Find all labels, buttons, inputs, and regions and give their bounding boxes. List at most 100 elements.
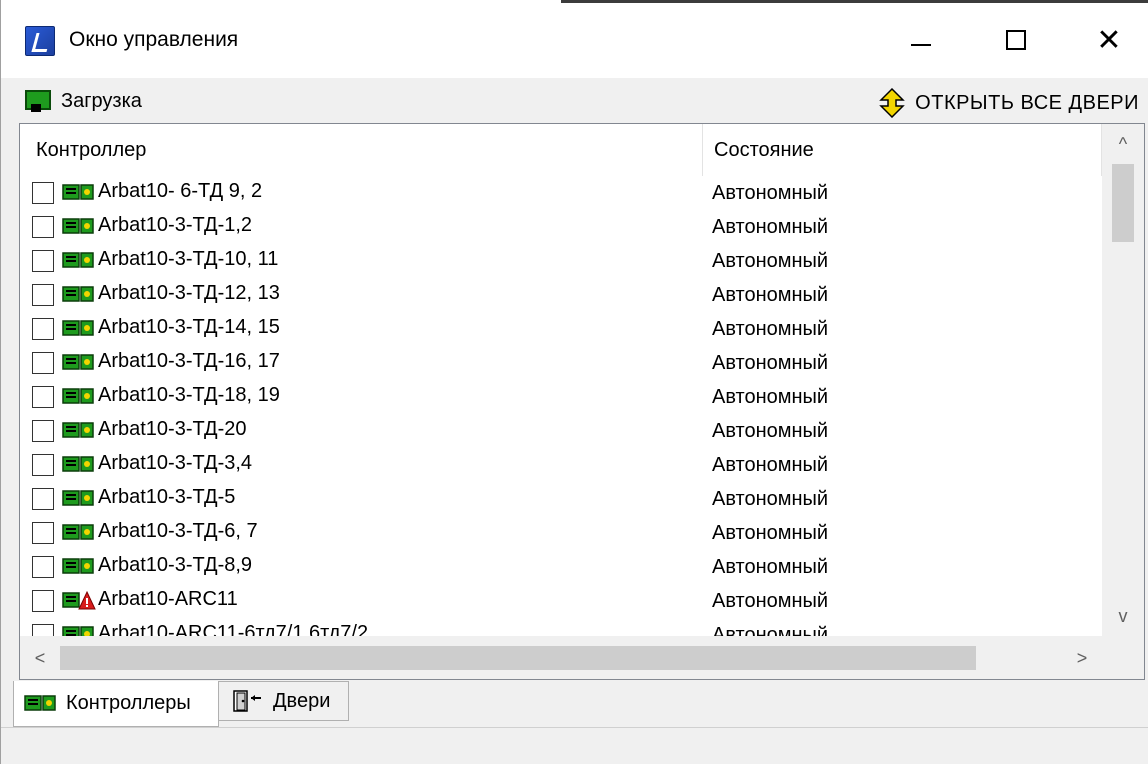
controller-state: Автономный: [712, 386, 829, 408]
controller-state: Автономный: [712, 488, 829, 510]
controller-state: Автономный: [712, 454, 829, 476]
controller-icon: [62, 556, 96, 578]
controller-icon: [62, 352, 96, 374]
load-label: Загрузка: [61, 89, 142, 112]
table-row[interactable]: Arbat10-3-ТД-3,4 Автономный: [20, 448, 1102, 482]
table-row[interactable]: Arbat10-3-ТД-10, 11 Автономный: [20, 244, 1102, 278]
controller-name: Arbat10-3-ТД-1,2: [98, 214, 253, 236]
tab-controllers-label: Контроллеры: [66, 692, 191, 714]
chevron-up-icon: ^: [1118, 133, 1128, 154]
minimize-icon: [911, 44, 931, 46]
row-checkbox[interactable]: [32, 386, 54, 408]
row-checkbox[interactable]: [32, 488, 54, 510]
status-bar: [1, 728, 1148, 764]
controller-name: Arbat10- 6-ТД 9, 2: [98, 180, 263, 202]
load-button[interactable]: Загрузка: [23, 88, 142, 114]
controller-name: Arbat10-3-ТД-3,4: [98, 452, 253, 474]
row-checkbox[interactable]: [32, 454, 54, 476]
tab-controllers[interactable]: Контроллеры: [13, 681, 219, 727]
scroll-left-button[interactable]: <: [20, 636, 60, 679]
maximize-button[interactable]: [986, 18, 1046, 62]
controller-icon: [62, 182, 96, 204]
list-header: Контроллер Состояние: [20, 124, 1102, 176]
row-checkbox[interactable]: [32, 522, 54, 544]
table-row[interactable]: Arbat10-ARC11 Автономный: [20, 584, 1102, 618]
minimize-button[interactable]: [891, 18, 951, 62]
controller-icon: [24, 693, 58, 715]
row-checkbox[interactable]: [32, 420, 54, 442]
resize-grip-icon[interactable]: [1131, 746, 1145, 760]
tab-doors-label: Двери: [273, 689, 331, 712]
controller-list[interactable]: Контроллер Состояние Arbat10- 6-ТД 9, 2 А…: [19, 123, 1145, 680]
controller-icon: [62, 420, 96, 442]
scroll-up-button[interactable]: ^: [1102, 124, 1144, 164]
table-row[interactable]: Arbat10-3-ТД-8,9 Автономный: [20, 550, 1102, 584]
column-separator[interactable]: [702, 124, 703, 176]
maximize-icon: [1006, 30, 1026, 50]
chevron-left-icon: <: [34, 647, 46, 668]
tab-strip: Контроллеры Двери: [1, 681, 1148, 729]
row-checkbox[interactable]: [32, 352, 54, 374]
controller-icon: [62, 216, 96, 238]
controller-name: Arbat10-3-ТД-6, 7: [98, 520, 258, 542]
table-row[interactable]: Arbat10-3-ТД-16, 17 Автономный: [20, 346, 1102, 380]
controller-name: Arbat10-ARC11: [98, 588, 238, 610]
controller-state: Автономный: [712, 556, 829, 578]
table-row[interactable]: Arbat10-3-ТД-18, 19 Автономный: [20, 380, 1102, 414]
open-doors-arrows-icon: [879, 87, 905, 119]
controller-load-icon: [23, 88, 51, 114]
horizontal-scrollbar[interactable]: < >: [20, 636, 1102, 679]
control-window: Окно управления ✕ Загрузка ОТКРЫТЬ ВСЕ Д…: [0, 0, 1148, 764]
controller-state: Автономный: [712, 522, 829, 544]
title-bar[interactable]: Окно управления ✕: [1, 0, 1148, 78]
controller-icon: [62, 386, 96, 408]
column-header-controller[interactable]: Контроллер: [36, 124, 146, 176]
controller-icon: [62, 250, 96, 272]
title-bar-top-line: [561, 0, 1148, 3]
controller-icon: [62, 284, 96, 306]
column-header-state[interactable]: Состояние: [714, 124, 814, 176]
chevron-right-icon: >: [1076, 647, 1088, 668]
controller-name: Arbat10-3-ТД-10, 11: [98, 248, 279, 270]
controller-name: Arbat10-3-ТД-5: [98, 486, 236, 508]
controller-name: Arbat10-3-ТД-16, 17: [98, 350, 280, 372]
row-checkbox[interactable]: [32, 318, 54, 340]
door-icon: [231, 690, 265, 712]
table-row[interactable]: Arbat10-3-ТД-1,2 Автономный: [20, 210, 1102, 244]
row-checkbox[interactable]: [32, 284, 54, 306]
row-checkbox[interactable]: [32, 556, 54, 578]
table-row[interactable]: Arbat10- 6-ТД 9, 2 Автономный: [20, 176, 1102, 210]
controller-state: Автономный: [712, 284, 829, 306]
row-checkbox[interactable]: [32, 216, 54, 238]
controller-name: Arbat10-3-ТД-8,9: [98, 554, 253, 576]
chevron-down-icon: v: [1118, 605, 1128, 626]
close-icon: ✕: [1096, 23, 1122, 57]
table-row[interactable]: Arbat10-3-ТД-6, 7 Автономный: [20, 516, 1102, 550]
row-checkbox[interactable]: [32, 250, 54, 272]
tab-doors[interactable]: Двери: [219, 681, 349, 721]
controller-name: Arbat10-3-ТД-14, 15: [98, 316, 280, 338]
table-row[interactable]: Arbat10-3-ТД-20 Автономный: [20, 414, 1102, 448]
controller-state: Автономный: [712, 590, 829, 612]
vertical-scrollbar[interactable]: ^ v: [1102, 124, 1144, 656]
controller-icon: [62, 522, 96, 544]
table-row[interactable]: Arbat10-3-ТД-14, 15 Автономный: [20, 312, 1102, 346]
row-checkbox[interactable]: [32, 590, 54, 612]
controller-state: Автономный: [712, 318, 829, 340]
controller-icon: [62, 454, 96, 476]
horizontal-scroll-thumb[interactable]: [60, 646, 976, 670]
controller-name: Arbat10-3-ТД-18, 19: [98, 384, 280, 406]
controller-name: Arbat10-3-ТД-12, 13: [98, 282, 280, 304]
table-row[interactable]: Arbat10-3-ТД-12, 13 Автономный: [20, 278, 1102, 312]
open-all-doors-button[interactable]: ОТКРЫТЬ ВСЕ ДВЕРИ: [879, 87, 1139, 119]
table-row[interactable]: Arbat10-3-ТД-5 Автономный: [20, 482, 1102, 516]
open-all-doors-label: ОТКРЫТЬ ВСЕ ДВЕРИ: [915, 91, 1139, 114]
controller-icon: [62, 488, 96, 510]
controller-alarm-icon: [62, 590, 96, 612]
vertical-scroll-thumb[interactable]: [1112, 164, 1134, 242]
row-checkbox[interactable]: [32, 182, 54, 204]
scroll-down-button[interactable]: v: [1102, 596, 1144, 636]
scroll-right-button[interactable]: >: [1062, 636, 1102, 679]
app-icon: [25, 26, 55, 56]
close-button[interactable]: ✕: [1079, 18, 1139, 62]
